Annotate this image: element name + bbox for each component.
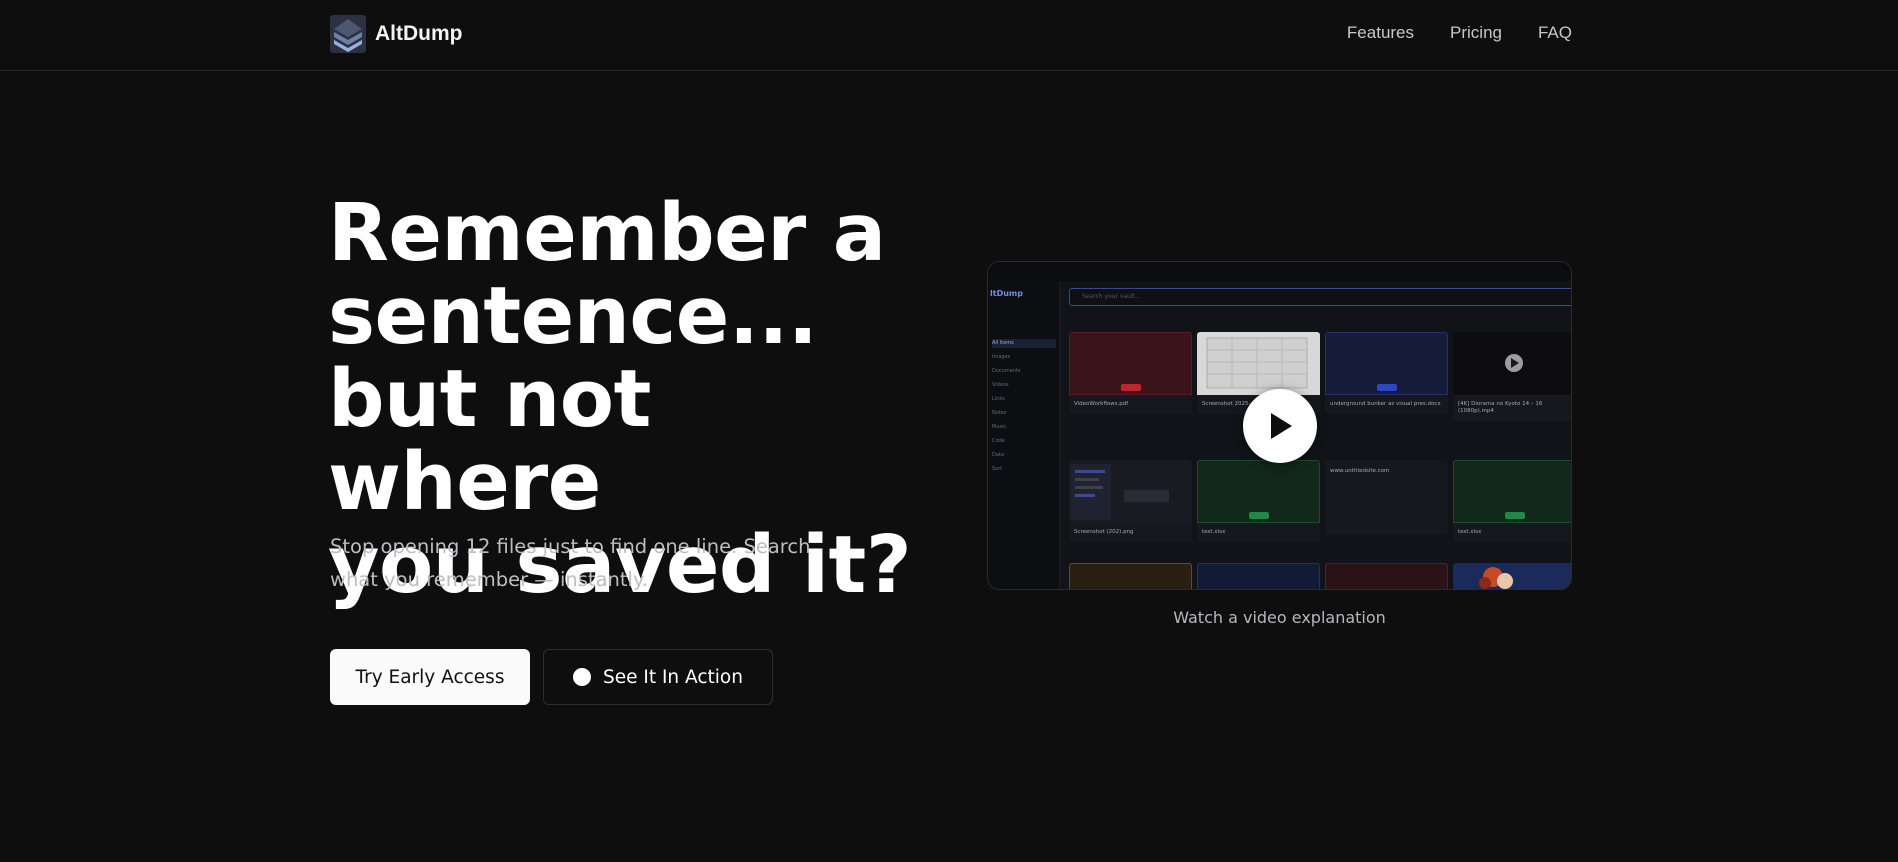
- brand-name: AltDump: [375, 22, 463, 45]
- app-file-card: [1069, 563, 1192, 589]
- app-file-thumbnail: [1197, 332, 1320, 395]
- app-sidebar: ltDump All Items Images Documents Videos…: [988, 281, 1060, 589]
- app-file-card: underground bunker as visual pres.docx: [1325, 332, 1448, 414]
- app-sidebar-item: Sort: [992, 466, 1003, 472]
- app-sidebar-item: Videos: [992, 382, 1009, 388]
- app-file-card: [1197, 563, 1320, 589]
- app-file-card: test.xlsx: [1197, 460, 1320, 542]
- video-caption: Watch a video explanation: [1173, 608, 1386, 627]
- app-sidebar-item: Code: [992, 438, 1005, 444]
- altdump-logo-icon: [330, 15, 366, 53]
- image-thumbnail-icon: [1479, 567, 1513, 589]
- circle-icon: [573, 668, 591, 686]
- app-sidebar-item: Data: [992, 452, 1004, 458]
- app-file-thumbnail: www.untitledsite.com: [1325, 460, 1448, 523]
- nav-link-faq[interactable]: FAQ: [1538, 23, 1572, 43]
- app-file-thumbnail: [1069, 332, 1192, 395]
- app-link-url: www.untitledsite.com: [1330, 468, 1390, 474]
- file-type-badge: [1376, 384, 1397, 391]
- app-file-thumbnail: [1325, 332, 1448, 395]
- app-file-card: [1453, 563, 1571, 589]
- app-file-name: underground bunker as visual pres.docx: [1330, 401, 1441, 407]
- nav-link-pricing[interactable]: Pricing: [1450, 23, 1502, 43]
- app-file-card: VideoWorkflows.pdf: [1069, 332, 1192, 414]
- app-sidebar-item: Links: [992, 396, 1005, 402]
- file-type-badge: [1248, 512, 1269, 519]
- see-it-in-action-button[interactable]: See It In Action: [543, 649, 773, 705]
- screenshot-preview-icon: [1071, 464, 1169, 520]
- app-menubar: [988, 271, 1571, 281]
- screenshot-preview-icon: [1206, 337, 1308, 389]
- app-file-card: www.untitledsite.com: [1325, 460, 1448, 535]
- top-nav: AltDump Features Pricing FAQ: [0, 0, 1898, 71]
- headline-line: Remember a: [328, 187, 886, 279]
- app-file-thumbnail: [1453, 332, 1571, 395]
- app-file-name: [4K] Diorama no Kyoto 14 – 16 (1080p).mp…: [1458, 401, 1543, 414]
- app-search-input: Search your vault...: [1069, 288, 1571, 306]
- app-titlebar: [988, 262, 1571, 271]
- app-sidebar-item: Music: [992, 424, 1007, 430]
- app-file-thumbnail: [1453, 460, 1571, 523]
- headline-line: but not where: [328, 353, 651, 528]
- app-file-name: Screenshot (202).png: [1074, 529, 1134, 535]
- brand[interactable]: AltDump: [330, 15, 463, 53]
- app-file-name: [1325, 523, 1448, 535]
- app-sidebar-item: Notes: [992, 410, 1007, 416]
- play-icon: [1271, 413, 1292, 439]
- nav-link-features[interactable]: Features: [1347, 23, 1414, 43]
- file-type-badge: [1120, 384, 1141, 391]
- mini-play-icon: [1505, 354, 1523, 372]
- app-file-card: [4K] Diorama no Kyoto 14 – 16 (1080p).mp…: [1453, 332, 1571, 421]
- app-logo: ltDump: [990, 289, 1023, 298]
- app-file-card: test.xlsx: [1453, 460, 1571, 542]
- see-it-in-action-label: See It In Action: [603, 666, 743, 688]
- headline-line: sentence...: [328, 270, 818, 362]
- app-file-card: [1325, 563, 1448, 589]
- app-file-card: Screenshot (202).png: [1069, 460, 1192, 542]
- hero-subtext: Stop opening 12 files just to find one l…: [330, 535, 811, 591]
- app-file-name: test.xlsx: [1202, 529, 1226, 535]
- nav-links: Features Pricing FAQ: [1347, 23, 1572, 43]
- app-sidebar-item: Documents: [992, 368, 1021, 374]
- app-sidebar-item: All Items: [992, 339, 1056, 348]
- app-file-name: test.xlsx: [1458, 529, 1482, 535]
- app-file-name: VideoWorkflows.pdf: [1074, 401, 1129, 407]
- file-type-badge: [1504, 512, 1525, 519]
- play-button[interactable]: [1243, 389, 1317, 463]
- app-file-thumbnail: [1197, 460, 1320, 523]
- app-file-thumbnail: [1069, 460, 1192, 523]
- app-sidebar-item: Images: [992, 354, 1011, 360]
- video-player[interactable]: ltDump All Items Images Documents Videos…: [987, 261, 1572, 590]
- try-early-access-button[interactable]: Try Early Access: [330, 649, 530, 705]
